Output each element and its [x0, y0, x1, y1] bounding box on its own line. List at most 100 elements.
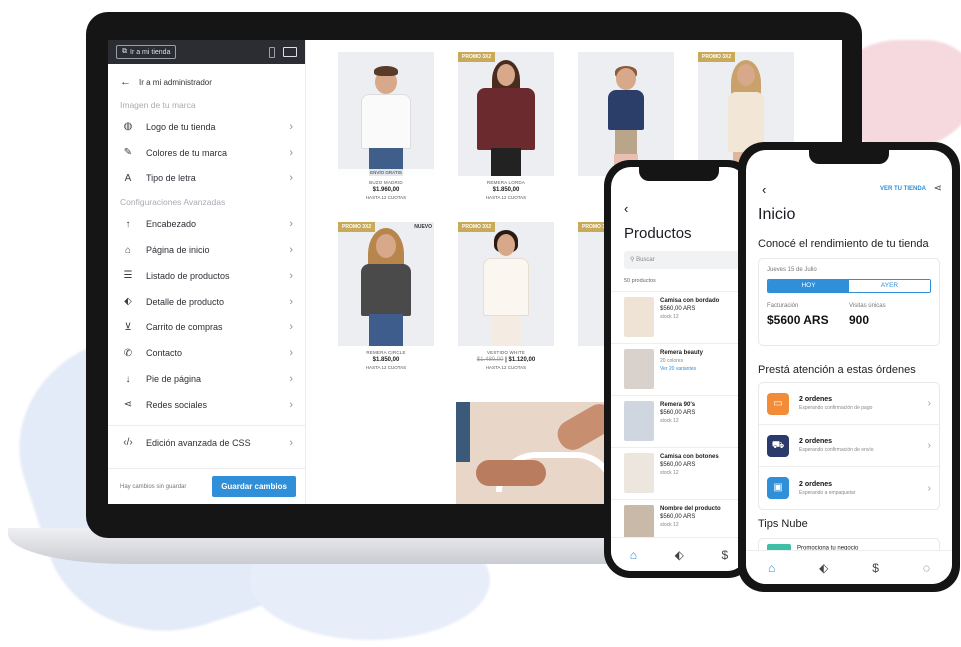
sidebar-item-advanced-4[interactable]: ⊻ Carrito de compras › [108, 315, 305, 341]
phone-home-screen: ‹ VER TU TIENDA ⋖ Inicio Conocé el rendi… [746, 150, 952, 584]
chevron-right-icon: › [927, 398, 931, 409]
chevron-right-icon: › [289, 295, 293, 308]
visits-value: 900 [849, 313, 870, 327]
today-tab[interactable]: HOY [768, 280, 849, 292]
sidebar-item-label: Colores de tu marca [146, 147, 228, 158]
order-row[interactable]: ▭ 2 ordenes Esperando confirmación de pago… [759, 383, 939, 425]
save-changes-button[interactable]: Guardar cambios [212, 476, 296, 497]
search-input[interactable]: ⚲ Buscar [624, 251, 739, 269]
sidebar-item-label: Tipo de letra [146, 173, 196, 184]
home-tab-icon[interactable]: ⌂ [630, 548, 637, 562]
list-item[interactable]: Remera 90's $560,00 ARS stock 12 [611, 395, 747, 447]
sidebar-item-advanced-2[interactable]: ☰ Listado de productos › [108, 263, 305, 289]
list-item[interactable]: Camisa con botones $560,00 ARS stock 12 [611, 447, 747, 499]
back-to-admin-link[interactable]: ← Ir a mi administrador [108, 64, 305, 94]
product-stock: stock 12 [660, 418, 679, 424]
product-name: Remera beauty [660, 350, 704, 356]
unsaved-changes-note: Hay cambios sin guardar [120, 483, 187, 490]
performance-heading: Conocé el rendimiento de tu tienda [758, 238, 929, 250]
sidebar-topbar: ⧉ Ir a mi tienda [108, 40, 305, 64]
orders-heading: Prestá atención a estas órdenes [758, 364, 916, 376]
back-arrow-icon[interactable]: ‹ [624, 201, 628, 216]
tag-icon: ⬖ [124, 296, 132, 308]
tab-bar: ⌂ ⬖ $ [611, 537, 747, 571]
home-icon: ⌂ [124, 244, 132, 256]
view-store-link[interactable]: VER TU TIENDA [880, 186, 926, 192]
product-image: ENVÍO GRATIS [338, 52, 434, 176]
chevron-right-icon: › [927, 482, 931, 494]
phone-products-screen: ‹ Productos ⚲ Buscar 50 productos Camisa… [611, 167, 747, 571]
sidebar-item-brand-2[interactable]: A Tipo de letra › [108, 166, 305, 192]
sidebar-item-css[interactable]: ‹/› Edición avanzada de CSS › [108, 430, 305, 456]
variants-link[interactable]: Ver 20 variantes [660, 365, 703, 373]
product-card[interactable] [578, 52, 674, 176]
sidebar-item-advanced-3[interactable]: ⬖ Detalle de producto › [108, 289, 305, 315]
card-icon: ▭ [767, 392, 789, 415]
orders-list: ▭ 2 ordenes Esperando confirmación de pago… [758, 382, 940, 510]
order-title: 2 ordenes [799, 438, 833, 445]
product-thumbnail [624, 297, 654, 337]
order-title: 2 ordenes [799, 396, 833, 403]
chevron-right-icon: › [927, 440, 931, 451]
sidebar-item-advanced-0[interactable]: ↑ Encabezado › [108, 211, 305, 237]
package-icon: ▣ [767, 477, 789, 499]
stats-date: Jueves 15 de Julio [767, 267, 817, 273]
page-title: Productos [624, 225, 692, 242]
product-name: Remera 90's [660, 402, 696, 408]
product-card[interactable]: PROMO 3X2 NUEVO REMERA CIRCLE $1.850,00 … [338, 222, 434, 370]
sidebar-item-label: Contacto [146, 348, 183, 359]
list-item[interactable]: Camisa con bordado $560,00 ARS stock 12 [611, 291, 747, 343]
sidebar-item-brand-1[interactable]: ✎ Colores de tu marca › [108, 140, 305, 166]
sidebar-item-label: Encabezado [146, 219, 197, 230]
code-icon: ‹/› [123, 437, 133, 449]
period-toggle: HOY AYER [767, 279, 931, 293]
stats-card: Jueves 15 de Julio HOY AYER Facturación … [758, 258, 940, 346]
product-list: Camisa con bordado $560,00 ARS stock 12 Rem… [611, 291, 747, 551]
home-tab-icon[interactable]: ⌂ [768, 561, 775, 575]
chat-tab-icon[interactable]: ◌ [923, 561, 930, 575]
chevron-right-icon: › [289, 347, 293, 360]
product-card[interactable]: ENVÍO GRATIS BUZO MADRID $1.960,00 HASTA… [338, 52, 434, 200]
product-count: 50 productos [624, 278, 656, 284]
list-item[interactable]: Remera beauty 20 colores Ver 20 variantes [611, 343, 747, 395]
product-price: $560,00 ARS [660, 462, 696, 468]
dollar-tab-icon[interactable]: $ [722, 548, 729, 562]
back-arrow-icon[interactable]: ‹ [762, 182, 766, 197]
chevron-right-icon: › [289, 269, 293, 282]
product-card[interactable]: PROMO 3X2 VESTIDO WHITE $1.480,00 | $1.1… [458, 222, 554, 370]
sidebar-footer: Hay cambios sin guardar Guardar cambios [108, 468, 306, 504]
sidebar-item-brand-0[interactable]: ◍ Logo de tu tienda › [108, 114, 305, 140]
brush-icon: ✎ [123, 147, 133, 159]
chevron-right-icon: › [289, 120, 293, 133]
mobile-preview-icon[interactable] [269, 46, 275, 58]
font-icon: A [124, 172, 132, 184]
marketing-stage: ⧉ Ir a mi tienda ← Ir a mi administrador… [0, 0, 961, 647]
chevron-right-icon: › [289, 146, 293, 159]
device-switcher [269, 46, 297, 58]
sidebar-item-advanced-7[interactable]: ⋖ Redes sociales › [108, 392, 305, 418]
yesterday-tab[interactable]: AYER [849, 280, 930, 292]
dollar-tab-icon[interactable]: $ [872, 561, 879, 575]
sidebar-item-advanced-6[interactable]: ↓ Pie de página › [108, 366, 305, 392]
sidebar-item-advanced-1[interactable]: ⌂ Página de inicio › [108, 237, 305, 263]
chevron-right-icon: › [289, 218, 293, 231]
sidebar-item-label: Logo de tu tienda [146, 121, 216, 132]
sidebar-item-advanced-5[interactable]: ✆ Contacto › [108, 340, 305, 366]
phone-icon: ✆ [123, 347, 133, 359]
order-row[interactable]: ▣ 2 ordenes Esperando a empaquetar › [759, 467, 939, 509]
share-icon: ⋖ [123, 399, 133, 411]
share-icon[interactable]: ⋖ [934, 183, 942, 194]
cart-icon: ⊻ [124, 321, 132, 333]
tips-heading: Tips Nube [758, 518, 808, 530]
chevron-right-icon: › [289, 244, 293, 257]
tag-tab-icon[interactable]: ⬖ [675, 548, 684, 562]
order-row[interactable]: ⛟ 2 ordenes Esperando confirmación de enví… [759, 425, 939, 467]
product-card[interactable]: PROMO 3X2 REMERA LORDA $1.850,00 HASTA 1… [458, 52, 554, 200]
order-status: Esperando a empaquetar [799, 489, 856, 496]
tag-tab-icon[interactable]: ⬖ [819, 561, 828, 575]
tab-bar: ⌂ ⬖ $ ◌ [746, 550, 952, 584]
sidebar-item-label: Redes sociales [146, 399, 208, 410]
product-thumbnail [624, 453, 654, 493]
desktop-preview-icon[interactable] [283, 47, 297, 57]
go-to-store-button[interactable]: ⧉ Ir a mi tienda [116, 45, 177, 59]
